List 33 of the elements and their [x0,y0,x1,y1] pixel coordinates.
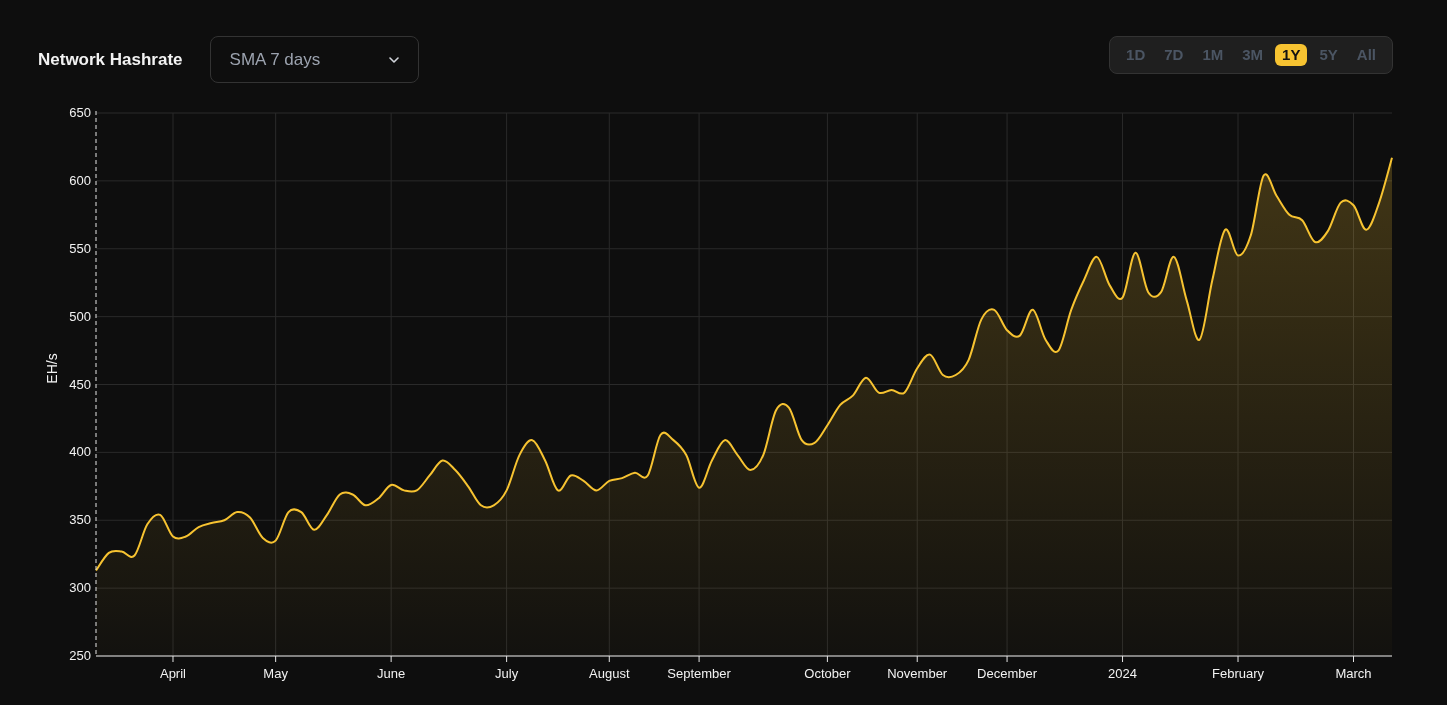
x-tick-label: July [495,666,519,681]
range-tab[interactable]: 3M [1235,44,1271,66]
chart-title: Network Hashrate [38,48,183,71]
y-tick-label: 550 [69,240,91,256]
y-tick-label: 600 [69,172,91,188]
x-tick-label: March [1335,666,1372,681]
x-tick-label: August [589,666,630,681]
x-tick-label: February [1212,666,1265,681]
x-tick-label: 2024 [1108,666,1137,681]
y-tick-label: 250 [69,648,91,663]
x-tick-label: November [887,666,948,681]
range-tab[interactable]: 1Y [1275,44,1308,66]
range-tab[interactable]: All [1349,44,1383,66]
x-tick-label: June [377,666,406,681]
sma-dropdown[interactable]: SMA 7 days [209,36,419,83]
y-tick-label: 350 [69,512,91,528]
range-tab[interactable]: 1D [1119,44,1153,66]
chevron-down-icon [388,56,399,63]
x-tick-label: September [667,666,731,681]
dropdown-value: SMA 7 days [229,48,321,71]
x-tick-label: April [160,666,186,681]
x-tick-label: May [263,666,288,681]
y-axis-title: EH/s [44,353,60,384]
y-tick-label: 450 [69,376,91,392]
range-tab[interactable]: 5Y [1312,44,1345,66]
y-tick-label: 500 [69,308,91,324]
x-tick-label: October [804,666,851,681]
y-tick-label: 300 [69,580,91,596]
y-tick-label: 650 [69,105,91,120]
range-tab[interactable]: 1M [1195,44,1231,66]
y-tick-label: 400 [69,444,91,460]
x-tick-label: December [977,666,1038,681]
range-tab[interactable]: 7D [1157,44,1191,66]
